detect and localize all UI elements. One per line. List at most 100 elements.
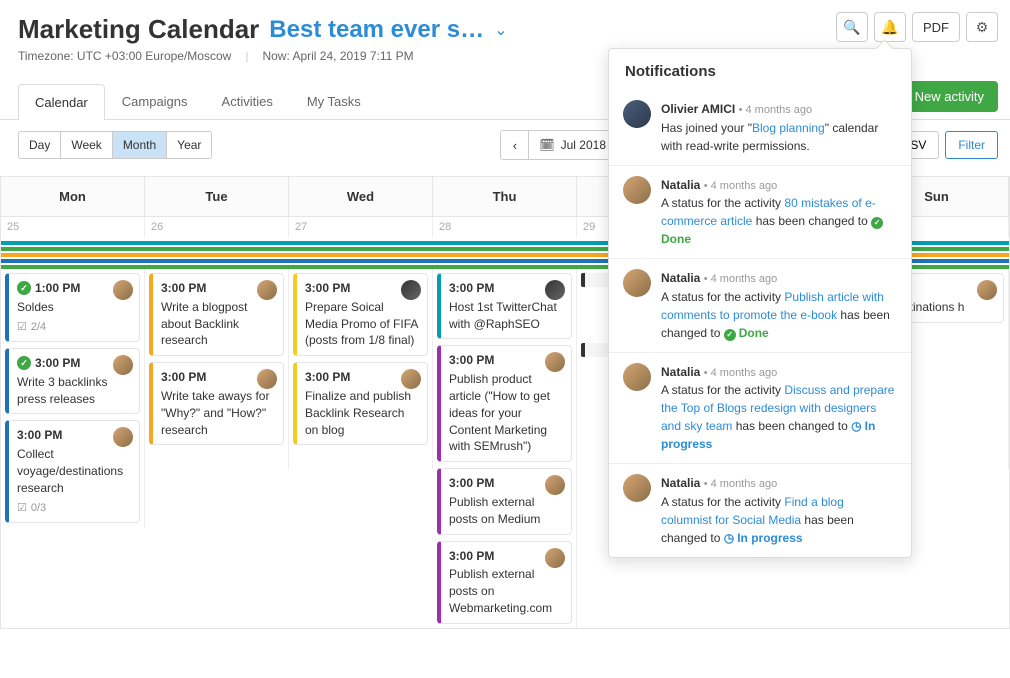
search-icon: 🔍 <box>843 19 860 36</box>
view-segment: Day Week Month Year <box>18 131 212 159</box>
calendar-icon: 🗓 <box>539 138 554 152</box>
search-button[interactable]: 🔍 <box>836 12 868 42</box>
avatar <box>257 280 277 300</box>
tab-mytasks[interactable]: My Tasks <box>290 83 378 119</box>
dayhead-tue: Tue <box>145 177 289 216</box>
event-title: Publish external posts on Webmarketing.c… <box>449 566 563 616</box>
event-card[interactable]: 3:00 PMPublish external posts on Medium <box>437 468 572 534</box>
notification-user: Natalia <box>661 476 700 490</box>
event-card[interactable]: ✓1:00 PMSoldes☑ 2/4 <box>5 273 140 342</box>
avatar <box>623 363 651 391</box>
notification-text: A status for the activity <box>661 495 784 509</box>
notification-item[interactable]: Natalia • 4 months ago A status for the a… <box>609 352 911 464</box>
avatar <box>545 548 565 568</box>
event-card[interactable]: 3:00 PMHost 1st TwitterChat with @RaphSE… <box>437 273 572 339</box>
event-title: Write a blogpost about Backlink research <box>161 299 275 349</box>
notification-item[interactable]: Olivier AMICI • 4 months agoHas joined y… <box>609 90 911 165</box>
avatar <box>545 475 565 495</box>
day-number: 25 <box>1 217 145 237</box>
event-card[interactable]: 3:00 PMPublish external posts on Webmark… <box>437 541 572 624</box>
event-subtasks: ☑ 0/3 <box>17 501 131 516</box>
event-title: Publish product article ("How to get ide… <box>449 371 563 455</box>
dayhead-thu: Thu <box>433 177 577 216</box>
notifications-button[interactable]: 🔔 <box>874 12 906 42</box>
bell-icon: 🔔 <box>881 19 898 36</box>
tab-calendar[interactable]: Calendar <box>18 84 105 120</box>
avatar <box>113 427 133 447</box>
avatar <box>623 269 651 297</box>
event-title: Publish external posts on Medium <box>449 494 563 528</box>
avatar <box>113 280 133 300</box>
notification-link[interactable]: Blog planning <box>752 121 825 135</box>
cell-mon: ✓1:00 PMSoldes☑ 2/4✓3:00 PMWrite 3 backl… <box>1 269 145 527</box>
avatar <box>401 369 421 389</box>
gear-icon: ⚙ <box>976 19 989 36</box>
notification-time: • 4 months ago <box>739 104 813 116</box>
notification-user: Olivier AMICI <box>661 102 735 116</box>
day-number: 27 <box>289 217 433 237</box>
settings-button[interactable]: ⚙ <box>966 12 998 42</box>
event-title: Collect voyage/destinations research <box>17 446 131 496</box>
view-month[interactable]: Month <box>113 132 167 158</box>
event-title: Host 1st TwitterChat with @RaphSEO <box>449 299 563 333</box>
view-week[interactable]: Week <box>61 132 112 158</box>
tab-campaigns[interactable]: Campaigns <box>105 83 205 119</box>
notifications-title: Notifications <box>609 49 911 90</box>
avatar <box>623 474 651 502</box>
avatar <box>545 280 565 300</box>
notification-user: Natalia <box>661 178 700 192</box>
view-year[interactable]: Year <box>167 132 211 158</box>
notification-time: • 4 months ago <box>704 273 778 285</box>
avatar <box>113 355 133 375</box>
status-badge: Done <box>724 326 769 340</box>
event-title: Write 3 backlinks press releases <box>17 374 131 408</box>
event-card[interactable]: 3:00 PMPublish product article ("How to … <box>437 345 572 462</box>
day-number: 26 <box>145 217 289 237</box>
pdf-button[interactable]: PDF <box>912 12 960 42</box>
event-card[interactable]: 3:00 PMFinalize and publish Backlink Res… <box>293 362 428 445</box>
avatar <box>545 352 565 372</box>
chevron-down-icon[interactable]: ⌄ <box>494 20 507 40</box>
workspace-selector[interactable]: Best team ever s… <box>269 16 484 44</box>
event-title: Finalize and publish Backlink Research o… <box>305 388 419 438</box>
new-activity-button[interactable]: New activity <box>901 81 998 112</box>
notifications-panel: Notifications Olivier AMICI • 4 months a… <box>608 48 912 558</box>
period-picker[interactable]: 🗓Jul 2018 <box>529 131 617 159</box>
cell-thu: 3:00 PMHost 1st TwitterChat with @RaphSE… <box>433 269 577 628</box>
notification-text: A status for the activity <box>661 290 784 304</box>
dayhead-wed: Wed <box>289 177 433 216</box>
notification-item[interactable]: Natalia • 4 months agoA status for the a… <box>609 165 911 259</box>
dayhead-mon: Mon <box>1 177 145 216</box>
avatar <box>401 280 421 300</box>
cell-tue: 3:00 PMWrite a blogpost about Backlink r… <box>145 269 289 469</box>
notification-item[interactable]: Natalia • 4 months agoA status for the a… <box>609 258 911 352</box>
event-card[interactable]: 3:00 PMCollect voyage/destinations resea… <box>5 420 140 523</box>
event-card[interactable]: 3:00 PMWrite take aways for "Why?" and "… <box>149 362 284 445</box>
prev-button[interactable]: ‹ <box>501 131 529 159</box>
status-badge: In progress <box>724 531 803 545</box>
event-card[interactable]: 3:00 PMWrite a blogpost about Backlink r… <box>149 273 284 356</box>
avatar <box>623 176 651 204</box>
timezone-label: Timezone: UTC +03:00 Europe/Moscow <box>18 49 231 63</box>
notification-time: • 4 months ago <box>704 180 778 192</box>
notification-user: Natalia <box>661 365 700 379</box>
notification-text: A status for the activity <box>661 383 784 397</box>
checkbox-icon: ☑ <box>17 320 27 335</box>
event-card[interactable]: ✓3:00 PMWrite 3 backlinks press releases <box>5 348 140 414</box>
cell-wed: 3:00 PMPrepare Soical Media Promo of FIF… <box>289 269 433 469</box>
event-card[interactable]: 3:00 PMPrepare Soical Media Promo of FIF… <box>293 273 428 356</box>
day-number: 28 <box>433 217 577 237</box>
view-day[interactable]: Day <box>19 132 61 158</box>
event-title: Write take aways for "Why?" and "How?" r… <box>161 388 275 438</box>
notification-item[interactable]: Natalia • 4 months agoA status for the a… <box>609 463 911 557</box>
tab-activities[interactable]: Activities <box>205 83 290 119</box>
event-title: Soldes <box>17 299 131 316</box>
avatar <box>257 369 277 389</box>
page-title: Marketing Calendar <box>18 14 259 45</box>
event-subtasks: ☑ 2/4 <box>17 320 131 335</box>
notification-time: • 4 months ago <box>704 367 778 379</box>
check-circle-icon: ✓ <box>17 356 31 370</box>
filter-button[interactable]: Filter <box>945 131 998 159</box>
notifications-list: Olivier AMICI • 4 months agoHas joined y… <box>609 90 911 557</box>
chevron-left-icon: ‹ <box>513 138 517 153</box>
